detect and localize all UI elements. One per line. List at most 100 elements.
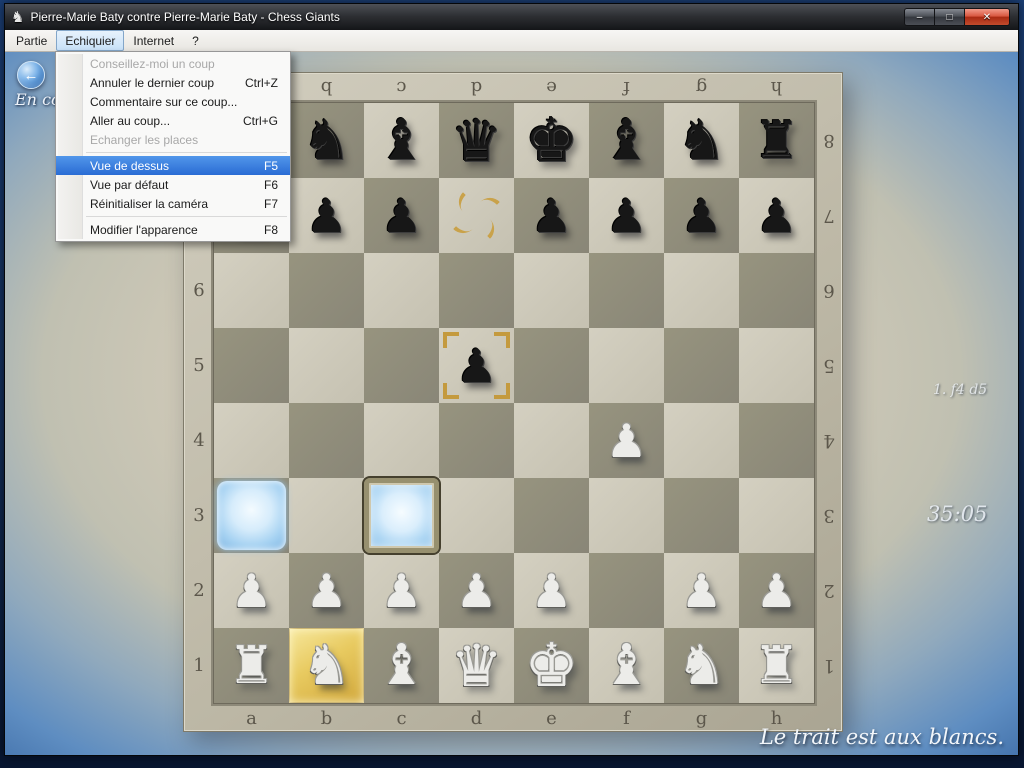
square-c6[interactable] <box>364 253 439 328</box>
piece-black-rook-h8[interactable]: ♜ <box>739 103 814 178</box>
square-b6[interactable] <box>289 253 364 328</box>
menu-item-vue-de-dessus[interactable]: Vue de dessusF5 <box>56 156 290 175</box>
square-b5[interactable] <box>289 328 364 403</box>
square-f1[interactable]: ♝ <box>589 628 664 703</box>
piece-black-pawn-g7[interactable]: ♟ <box>664 178 739 253</box>
square-g4[interactable] <box>664 403 739 478</box>
square-b3[interactable] <box>289 478 364 553</box>
piece-black-queen-d8[interactable]: ♛ <box>439 103 514 178</box>
square-f7[interactable]: ♟ <box>589 178 664 253</box>
square-h7[interactable]: ♟ <box>739 178 814 253</box>
square-e2[interactable]: ♟ <box>514 553 589 628</box>
piece-white-queen-d1[interactable]: ♛ <box>439 628 514 703</box>
square-h2[interactable]: ♟ <box>739 553 814 628</box>
menu-internet[interactable]: Internet <box>124 30 183 51</box>
square-a6[interactable] <box>214 253 289 328</box>
back-button[interactable]: ← <box>17 61 45 89</box>
square-a5[interactable] <box>214 328 289 403</box>
piece-white-pawn-h2[interactable]: ♟ <box>739 553 814 628</box>
square-h1[interactable]: ♜ <box>739 628 814 703</box>
piece-white-rook-h1[interactable]: ♜ <box>739 628 814 703</box>
menu-aide[interactable]: ? <box>183 30 208 51</box>
square-d6[interactable] <box>439 253 514 328</box>
piece-black-pawn-h7[interactable]: ♟ <box>739 178 814 253</box>
square-g6[interactable] <box>664 253 739 328</box>
piece-white-pawn-f4[interactable]: ♟ <box>589 403 664 478</box>
square-g2[interactable]: ♟ <box>664 553 739 628</box>
square-e4[interactable] <box>514 403 589 478</box>
square-b1[interactable]: ♞ <box>289 628 364 703</box>
square-e8[interactable]: ♚ <box>514 103 589 178</box>
square-f4[interactable]: ♟ <box>589 403 664 478</box>
square-d7[interactable] <box>439 178 514 253</box>
square-c2[interactable]: ♟ <box>364 553 439 628</box>
square-a3[interactable] <box>214 478 289 553</box>
square-f3[interactable] <box>589 478 664 553</box>
piece-black-bishop-f8[interactable]: ♝ <box>589 103 664 178</box>
square-d1[interactable]: ♛ <box>439 628 514 703</box>
square-a1[interactable]: ♜ <box>214 628 289 703</box>
piece-black-bishop-c8[interactable]: ♝ <box>364 103 439 178</box>
piece-white-pawn-g2[interactable]: ♟ <box>664 553 739 628</box>
piece-black-knight-b8[interactable]: ♞ <box>289 103 364 178</box>
square-b4[interactable] <box>289 403 364 478</box>
square-e5[interactable] <box>514 328 589 403</box>
square-g8[interactable]: ♞ <box>664 103 739 178</box>
square-h4[interactable] <box>739 403 814 478</box>
square-g3[interactable] <box>664 478 739 553</box>
piece-white-pawn-b2[interactable]: ♟ <box>289 553 364 628</box>
square-f6[interactable] <box>589 253 664 328</box>
square-g5[interactable] <box>664 328 739 403</box>
square-f5[interactable] <box>589 328 664 403</box>
square-b7[interactable]: ♟ <box>289 178 364 253</box>
menu-item-aller-au-coup[interactable]: Aller au coup...Ctrl+G <box>56 111 290 130</box>
square-c7[interactable]: ♟ <box>364 178 439 253</box>
square-d3[interactable] <box>439 478 514 553</box>
piece-black-pawn-b7[interactable]: ♟ <box>289 178 364 253</box>
piece-white-knight-b1[interactable]: ♞ <box>289 628 364 703</box>
menu-item-vue-par-defaut[interactable]: Vue par défautF6 <box>56 175 290 194</box>
menu-partie[interactable]: Partie <box>7 30 56 51</box>
piece-black-pawn-c7[interactable]: ♟ <box>364 178 439 253</box>
square-b2[interactable]: ♟ <box>289 553 364 628</box>
maximize-button[interactable]: □ <box>934 8 964 26</box>
piece-white-king-e1[interactable]: ♚ <box>514 628 589 703</box>
piece-black-pawn-d5[interactable]: ♟ <box>439 328 514 403</box>
square-c4[interactable] <box>364 403 439 478</box>
piece-white-pawn-c2[interactable]: ♟ <box>364 553 439 628</box>
menu-item-commentaire-sur-ce-coup[interactable]: Commentaire sur ce coup... <box>56 92 290 111</box>
piece-white-pawn-e2[interactable]: ♟ <box>514 553 589 628</box>
square-h8[interactable]: ♜ <box>739 103 814 178</box>
close-button[interactable]: ✕ <box>964 8 1010 26</box>
square-c3[interactable] <box>364 478 439 553</box>
square-a4[interactable] <box>214 403 289 478</box>
piece-black-king-e8[interactable]: ♚ <box>514 103 589 178</box>
piece-black-pawn-e7[interactable]: ♟ <box>514 178 589 253</box>
piece-white-bishop-c1[interactable]: ♝ <box>364 628 439 703</box>
minimize-button[interactable]: – <box>904 8 934 26</box>
square-c5[interactable] <box>364 328 439 403</box>
piece-white-pawn-d2[interactable]: ♟ <box>439 553 514 628</box>
square-h3[interactable] <box>739 478 814 553</box>
menu-echiquier[interactable]: Echiquier <box>56 30 124 51</box>
square-e3[interactable] <box>514 478 589 553</box>
piece-white-knight-g1[interactable]: ♞ <box>664 628 739 703</box>
menu-item-reinitialiser-la-camera[interactable]: Réinitialiser la caméraF7 <box>56 194 290 213</box>
square-f2[interactable] <box>589 553 664 628</box>
square-a2[interactable]: ♟ <box>214 553 289 628</box>
piece-white-bishop-f1[interactable]: ♝ <box>589 628 664 703</box>
square-d2[interactable]: ♟ <box>439 553 514 628</box>
piece-black-pawn-f7[interactable]: ♟ <box>589 178 664 253</box>
piece-white-rook-a1[interactable]: ♜ <box>214 628 289 703</box>
square-f8[interactable]: ♝ <box>589 103 664 178</box>
square-h5[interactable] <box>739 328 814 403</box>
square-c8[interactable]: ♝ <box>364 103 439 178</box>
square-d5[interactable]: ♟ <box>439 328 514 403</box>
piece-black-knight-g8[interactable]: ♞ <box>664 103 739 178</box>
square-h6[interactable] <box>739 253 814 328</box>
square-g7[interactable]: ♟ <box>664 178 739 253</box>
square-e1[interactable]: ♚ <box>514 628 589 703</box>
square-c1[interactable]: ♝ <box>364 628 439 703</box>
square-e6[interactable] <box>514 253 589 328</box>
square-b8[interactable]: ♞ <box>289 103 364 178</box>
